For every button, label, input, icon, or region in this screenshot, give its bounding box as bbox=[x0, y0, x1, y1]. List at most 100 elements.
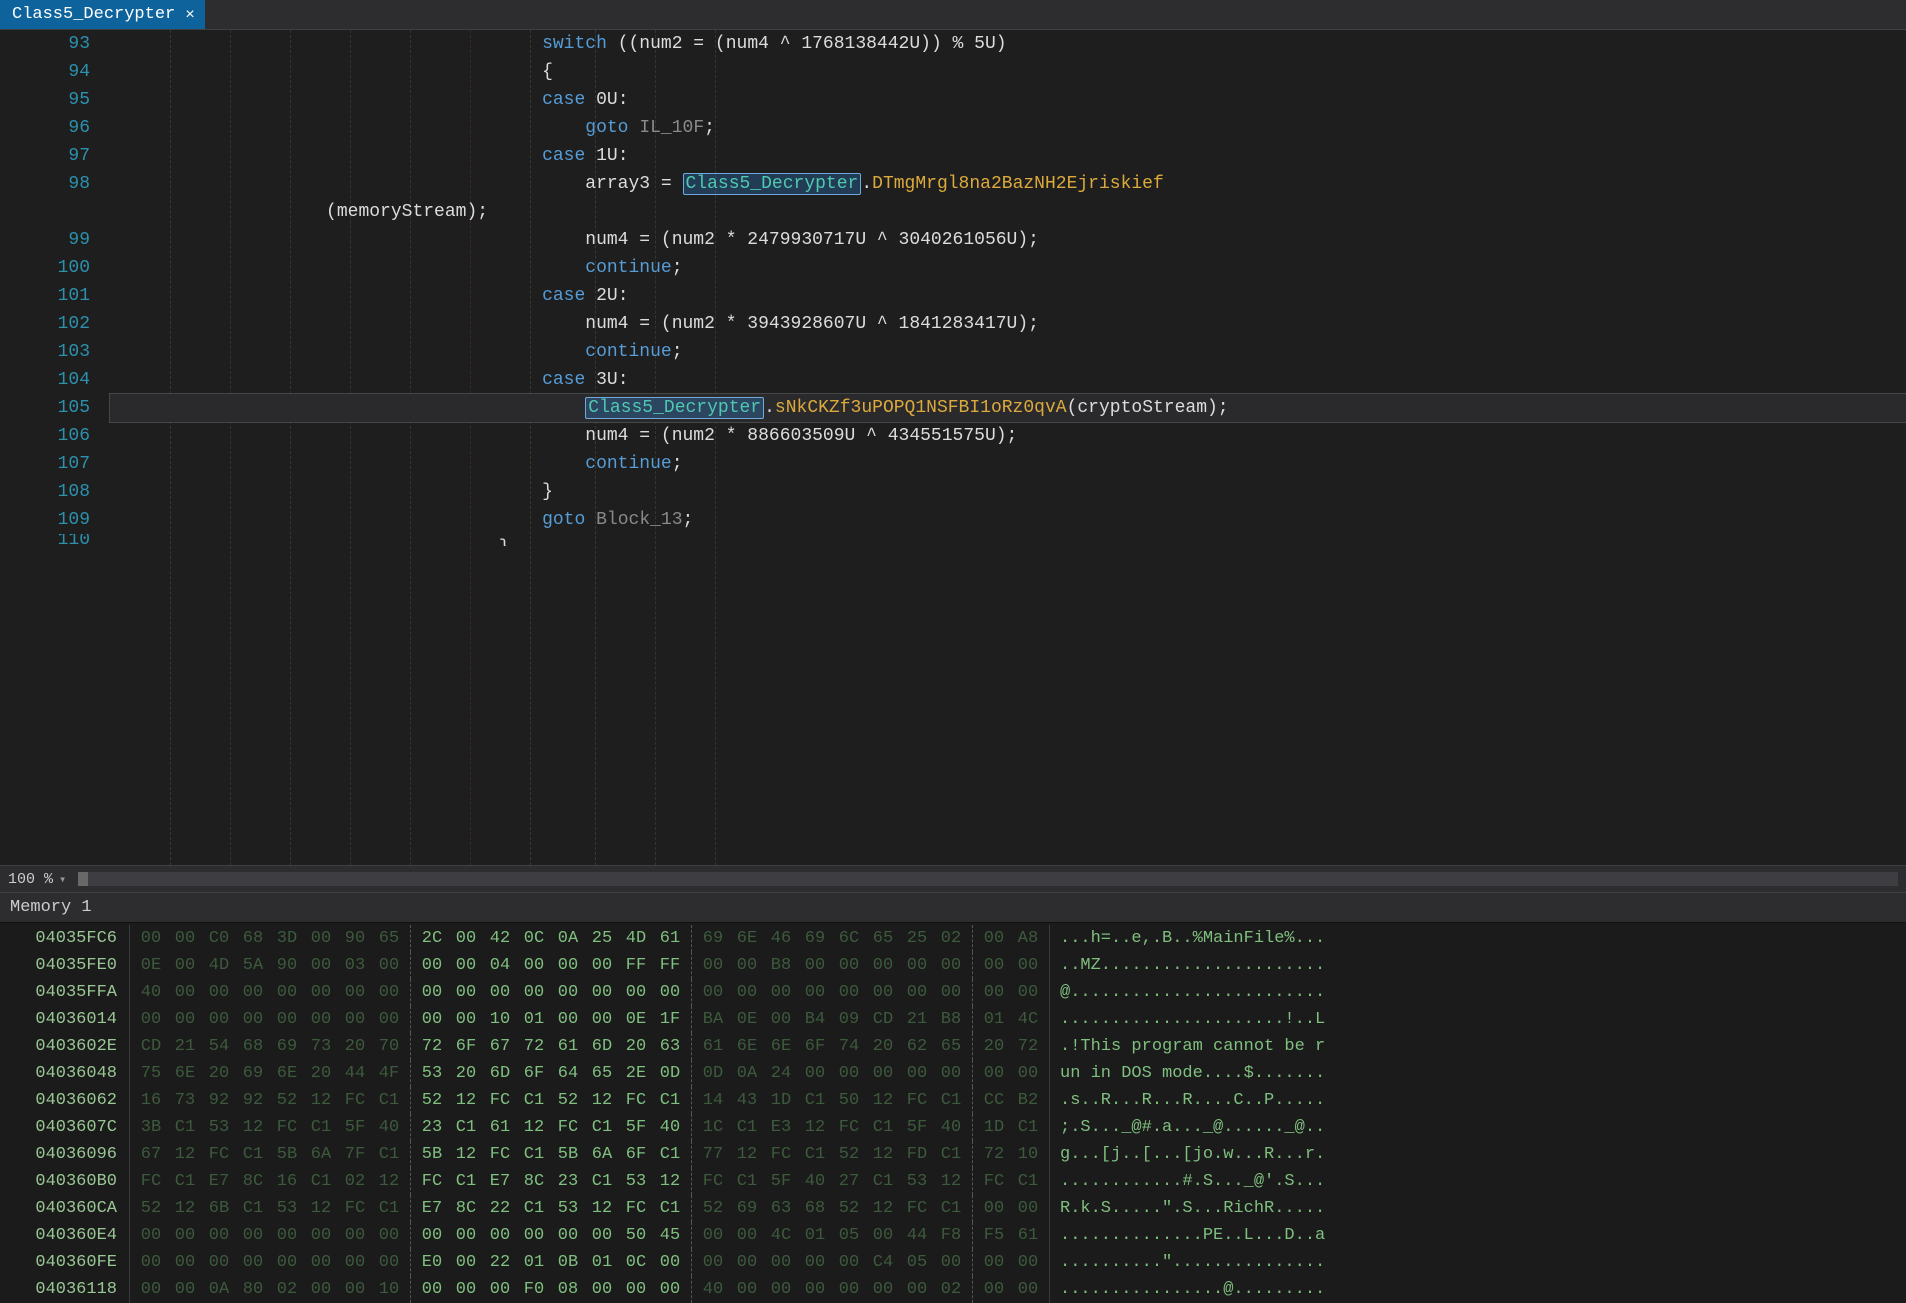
line-number: 108 bbox=[0, 478, 110, 506]
code-line[interactable]: case 2U: bbox=[110, 282, 1906, 310]
memory-hex: 4000000000000000000000000000000000000000… bbox=[130, 979, 1050, 1006]
memory-hex: 0E004D5A90000300000004000000FFFF0000B800… bbox=[130, 952, 1050, 979]
memory-address: 040360CA bbox=[0, 1195, 130, 1222]
memory-row[interactable]: 04036062167392925212FCC15212FCC15212FCC1… bbox=[0, 1087, 1906, 1114]
tab-label: Class5_Decrypter bbox=[12, 5, 175, 24]
memory-row[interactable]: 0403601400000000000000000000100100000E1F… bbox=[0, 1006, 1906, 1033]
memory-ascii: g...[j..[...[jo.w...R...r. bbox=[1050, 1141, 1325, 1168]
line-number: 101 bbox=[0, 282, 110, 310]
line-number: 98 bbox=[0, 170, 110, 198]
memory-ascii: R.k.S.....".S...RichR..... bbox=[1050, 1195, 1325, 1222]
memory-hex: FCC1E78C16C10212FCC1E78C23C15312FCC15F40… bbox=[130, 1168, 1050, 1195]
code-line[interactable]: { bbox=[110, 58, 1906, 86]
code-line[interactable]: (memoryStream); bbox=[110, 198, 1906, 226]
line-number: 96 bbox=[0, 114, 110, 142]
line-number: 94 bbox=[0, 58, 110, 86]
memory-hex: 00000000000000000000100100000E1FBA0E00B4… bbox=[130, 1006, 1050, 1033]
memory-ascii: .s..R...R...R....C..P..... bbox=[1050, 1087, 1325, 1114]
memory-row[interactable]: 04035FC60000C0683D0090652C00420C0A254D61… bbox=[0, 925, 1906, 952]
code-line[interactable]: goto Block_13; bbox=[110, 506, 1906, 534]
memory-ascii: ..............PE..L...D..a bbox=[1050, 1222, 1325, 1249]
line-number: 109 bbox=[0, 506, 110, 534]
close-icon[interactable]: × bbox=[185, 6, 195, 24]
line-number: 106 bbox=[0, 422, 110, 450]
memory-title-text: Memory 1 bbox=[10, 898, 92, 917]
line-number: 102 bbox=[0, 310, 110, 338]
chevron-down-icon[interactable]: ▾ bbox=[59, 872, 66, 887]
memory-ascii: .........."............... bbox=[1050, 1249, 1325, 1276]
memory-row[interactable]: 0403611800000A8002000010000000F008000000… bbox=[0, 1276, 1906, 1303]
zoom-bar: 100 % ▾ bbox=[0, 865, 1906, 893]
memory-hex: CD21546869732070726F6772616D2063616E6E6F… bbox=[130, 1033, 1050, 1060]
memory-address: 04035FE0 bbox=[0, 952, 130, 979]
memory-hex: 52126BC15312FCC1E78C22C15312FCC152696368… bbox=[130, 1195, 1050, 1222]
tab-bar: Class5_Decrypter × bbox=[0, 0, 1906, 30]
tab-class5-decrypter[interactable]: Class5_Decrypter × bbox=[0, 0, 205, 29]
line-number: 95 bbox=[0, 86, 110, 114]
code-line[interactable]: switch ((num2 = (num4 ^ 1768138442U)) % … bbox=[110, 30, 1906, 58]
memory-hex: 0000000000000000000000000000504500004C01… bbox=[130, 1222, 1050, 1249]
code-line[interactable]: case 1U: bbox=[110, 142, 1906, 170]
code-line[interactable]: continue; bbox=[110, 450, 1906, 478]
memory-panel-title: Memory 1 bbox=[0, 893, 1906, 923]
code-line[interactable]: continue; bbox=[110, 254, 1906, 282]
memory-address: 04035FC6 bbox=[0, 925, 130, 952]
memory-row[interactable]: 04035FFA40000000000000000000000000000000… bbox=[0, 979, 1906, 1006]
line-number: 99 bbox=[0, 226, 110, 254]
memory-address: 04036096 bbox=[0, 1141, 130, 1168]
memory-address: 04036062 bbox=[0, 1087, 130, 1114]
memory-row[interactable]: 0403607C3BC15312FCC15F4023C16112FCC15F40… bbox=[0, 1114, 1906, 1141]
memory-row[interactable]: 040360E400000000000000000000000000005045… bbox=[0, 1222, 1906, 1249]
memory-address: 0403602E bbox=[0, 1033, 130, 1060]
memory-row[interactable]: 040360B0FCC1E78C16C10212FCC1E78C23C15312… bbox=[0, 1168, 1906, 1195]
code-content[interactable]: switch ((num2 = (num4 ^ 1768138442U)) % … bbox=[110, 30, 1906, 865]
line-number: 110 bbox=[0, 534, 110, 546]
memory-ascii: ..MZ...................... bbox=[1050, 952, 1325, 979]
memory-row[interactable]: 04036048756E20696E20444F53206D6F64652E0D… bbox=[0, 1060, 1906, 1087]
line-number: 97 bbox=[0, 142, 110, 170]
code-editor[interactable]: 9394959697989910010110210310410510610710… bbox=[0, 30, 1906, 865]
memory-address: 04036118 bbox=[0, 1276, 130, 1303]
memory-ascii: ;.S..._@#.a..._@......_@.. bbox=[1050, 1114, 1325, 1141]
memory-address: 040360FE bbox=[0, 1249, 130, 1276]
memory-hex: 3BC15312FCC15F4023C16112FCC15F401CC1E312… bbox=[130, 1114, 1050, 1141]
memory-row[interactable]: 040360CA52126BC15312FCC1E78C22C15312FCC1… bbox=[0, 1195, 1906, 1222]
memory-ascii: .!This program cannot be r bbox=[1050, 1033, 1325, 1060]
memory-hex-view[interactable]: 04035FC60000C0683D0090652C00420C0A254D61… bbox=[0, 923, 1906, 1303]
code-line[interactable]: goto IL_10F; bbox=[110, 114, 1906, 142]
memory-address: 04036014 bbox=[0, 1006, 130, 1033]
zoom-value[interactable]: 100 % bbox=[8, 871, 53, 888]
code-line[interactable]: Class5_Decrypter.sNkCKZf3uPOPQ1NSFBI1oRz… bbox=[110, 394, 1906, 422]
code-line[interactable]: num4 = (num2 * 886603509U ^ 434551575U); bbox=[110, 422, 1906, 450]
line-number: 105 bbox=[0, 394, 110, 422]
line-number: 104 bbox=[0, 366, 110, 394]
memory-ascii: ................@......... bbox=[1050, 1276, 1325, 1303]
memory-ascii: ......................!..L bbox=[1050, 1006, 1325, 1033]
memory-row[interactable]: 040360966712FCC15B6A7FC15B12FCC15B6A6FC1… bbox=[0, 1141, 1906, 1168]
line-number: 107 bbox=[0, 450, 110, 478]
memory-ascii: un in DOS mode....$....... bbox=[1050, 1060, 1325, 1087]
code-line[interactable]: } bbox=[110, 534, 1906, 546]
memory-hex: 0000000000000000E00022010B010C0000000000… bbox=[130, 1249, 1050, 1276]
memory-hex: 756E20696E20444F53206D6F64652E0D0D0A2400… bbox=[130, 1060, 1050, 1087]
code-line[interactable]: array3 = Class5_Decrypter.DTmgMrgl8na2Ba… bbox=[110, 170, 1906, 198]
code-line[interactable]: continue; bbox=[110, 338, 1906, 366]
memory-hex: 6712FCC15B6A7FC15B12FCC15B6A6FC17712FCC1… bbox=[130, 1141, 1050, 1168]
line-number: 100 bbox=[0, 254, 110, 282]
memory-address: 04036048 bbox=[0, 1060, 130, 1087]
memory-hex: 167392925212FCC15212FCC15212FCC114431DC1… bbox=[130, 1087, 1050, 1114]
horizontal-scrollbar[interactable] bbox=[78, 872, 1898, 886]
code-line[interactable]: num4 = (num2 * 3943928607U ^ 1841283417U… bbox=[110, 310, 1906, 338]
memory-row[interactable]: 040360FE0000000000000000E00022010B010C00… bbox=[0, 1249, 1906, 1276]
memory-hex: 0000C0683D0090652C00420C0A254D61696E4669… bbox=[130, 925, 1050, 952]
memory-address: 04035FFA bbox=[0, 979, 130, 1006]
code-line[interactable]: } bbox=[110, 478, 1906, 506]
memory-row[interactable]: 04035FE00E004D5A90000300000004000000FFFF… bbox=[0, 952, 1906, 979]
code-line[interactable]: num4 = (num2 * 2479930717U ^ 3040261056U… bbox=[110, 226, 1906, 254]
scrollbar-thumb[interactable] bbox=[78, 872, 88, 886]
memory-ascii: @......................... bbox=[1050, 979, 1325, 1006]
line-number bbox=[0, 198, 110, 226]
memory-row[interactable]: 0403602ECD21546869732070726F6772616D2063… bbox=[0, 1033, 1906, 1060]
code-line[interactable]: case 0U: bbox=[110, 86, 1906, 114]
code-line[interactable]: case 3U: bbox=[110, 366, 1906, 394]
